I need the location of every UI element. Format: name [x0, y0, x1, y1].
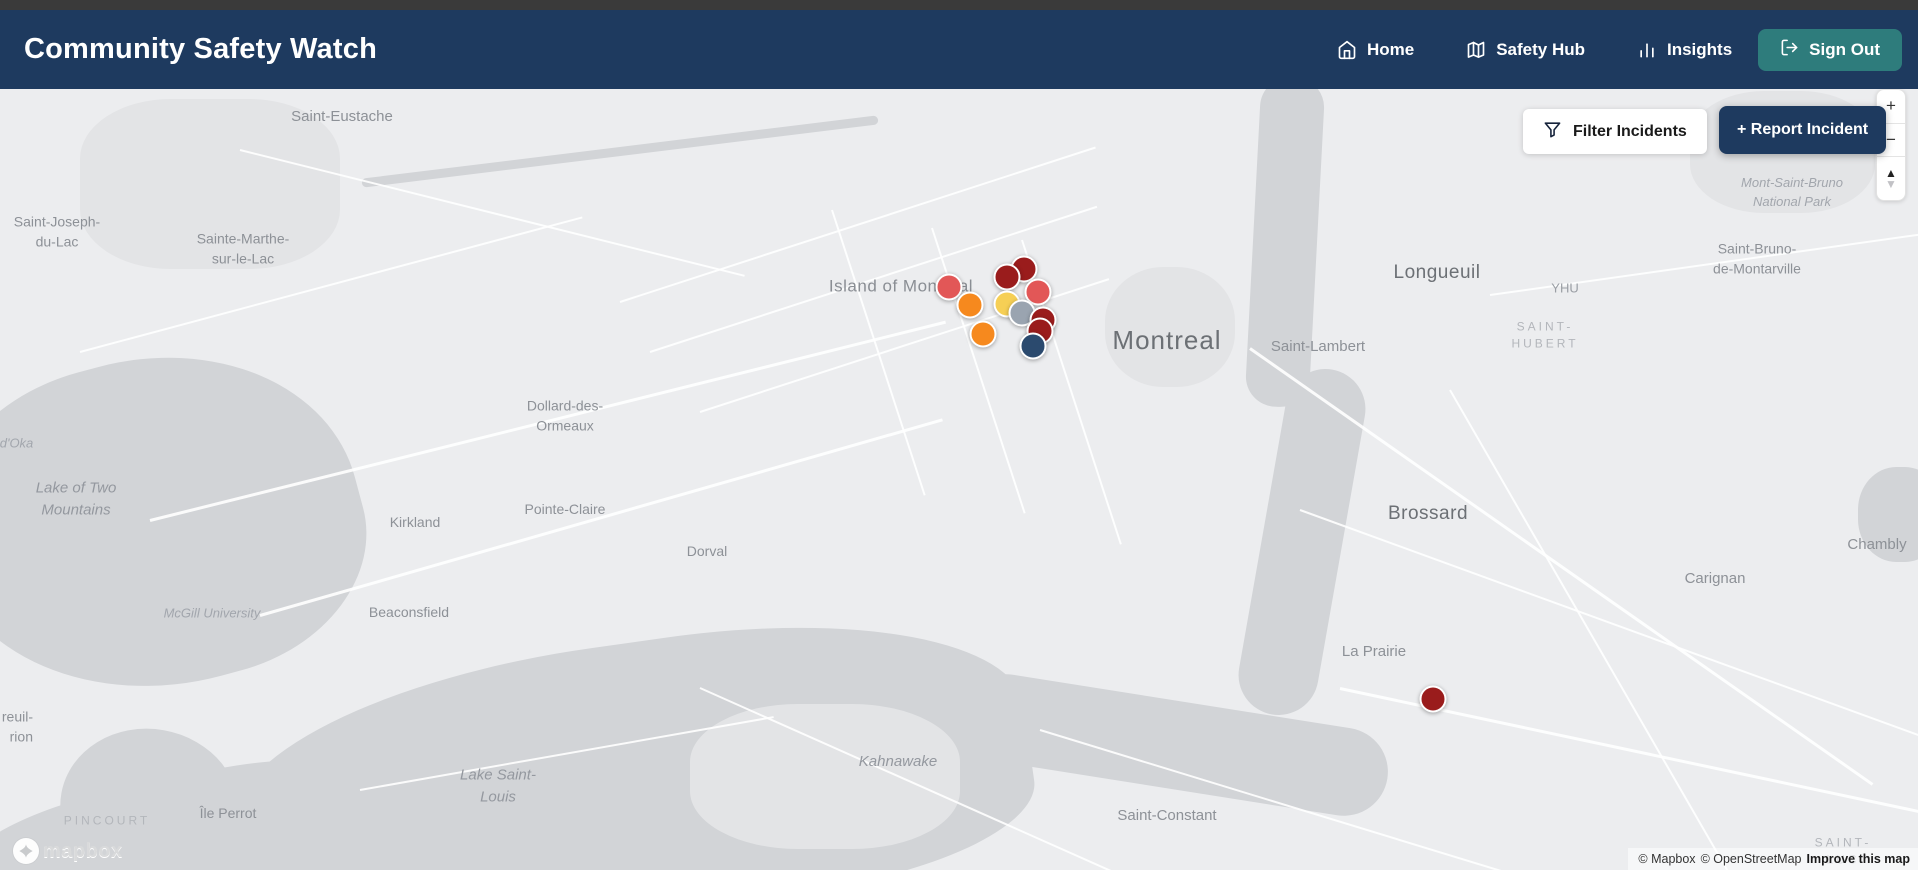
- map-attribution: © Mapbox © OpenStreetMap Improve this ma…: [1628, 848, 1918, 870]
- map-place-label: Saint-Constant: [1117, 807, 1217, 825]
- incident-marker-orange[interactable]: [969, 320, 997, 348]
- map-place-label: Carignan: [1684, 570, 1746, 588]
- map-icon: [1466, 40, 1486, 60]
- map-place-label: Longueuil: [1393, 262, 1481, 284]
- mapbox-logo[interactable]: mapbox: [13, 838, 123, 864]
- report-incident-button[interactable]: + Report Incident: [1719, 106, 1887, 154]
- filter-incidents-button[interactable]: Filter Incidents: [1523, 109, 1707, 154]
- map-place-label: Dorval: [686, 542, 728, 559]
- nav-item-home[interactable]: Home: [1337, 40, 1414, 60]
- app-title: Community Safety Watch: [24, 33, 377, 65]
- nav-label: Home: [1366, 39, 1415, 59]
- app-header: Community Safety Watch Home Safety Hub I…: [0, 10, 1918, 89]
- map-place-label: reuil- rion: [1, 708, 33, 745]
- sign-out-label: Sign Out: [1809, 39, 1880, 59]
- map-place-label: Saint-Bruno- de-Montarville: [1713, 240, 1801, 277]
- browser-chrome-strip: [0, 0, 1918, 10]
- mapbox-attribution-link[interactable]: © Mapbox: [1638, 852, 1695, 866]
- filter-label: Filter Incidents: [1573, 122, 1687, 140]
- pitch-down-icon: ▼: [1885, 176, 1897, 191]
- map-place-label: SAINT- HUBERT: [1511, 319, 1579, 351]
- mapbox-logo-icon: [13, 838, 39, 864]
- sign-out-button[interactable]: Sign Out: [1758, 28, 1902, 71]
- incident-marker-orange[interactable]: [956, 291, 984, 319]
- incident-marker-navy[interactable]: [1019, 332, 1047, 360]
- map-place-label: Pointe-Claire: [524, 500, 606, 517]
- filter-icon: [1543, 120, 1562, 144]
- log-out-icon: [1780, 38, 1799, 62]
- home-icon: [1337, 40, 1357, 60]
- mapbox-wordmark: mapbox: [43, 839, 123, 862]
- incident-marker-darkred[interactable]: [1419, 685, 1447, 713]
- main-nav: Home Safety Hub Insights: [1337, 40, 1732, 60]
- nav-item-safety-hub[interactable]: Safety Hub: [1466, 40, 1585, 60]
- map-place-label: Beaconsfield: [368, 603, 450, 620]
- nav-item-insights[interactable]: Insights: [1637, 40, 1732, 60]
- map-place-label: Kirkland: [389, 513, 441, 530]
- bar-chart-icon: [1637, 40, 1657, 60]
- pitch-toggle-button[interactable]: ▲ ▼: [1877, 157, 1905, 200]
- nav-label: Insights: [1667, 39, 1733, 59]
- incident-marker-darkred[interactable]: [993, 263, 1021, 291]
- nav-label: Safety Hub: [1496, 39, 1585, 59]
- improve-map-link[interactable]: Improve this map: [1807, 852, 1911, 866]
- map-canvas[interactable]: Saint-Eustache Saint-Joseph- du-Lac Sainte…: [0, 89, 1918, 870]
- map-place-label: Brossard: [1387, 503, 1469, 525]
- report-label: + Report Incident: [1737, 121, 1869, 138]
- map-place-label: La Prairie: [1341, 643, 1407, 661]
- osm-attribution-link[interactable]: © OpenStreetMap: [1701, 852, 1802, 866]
